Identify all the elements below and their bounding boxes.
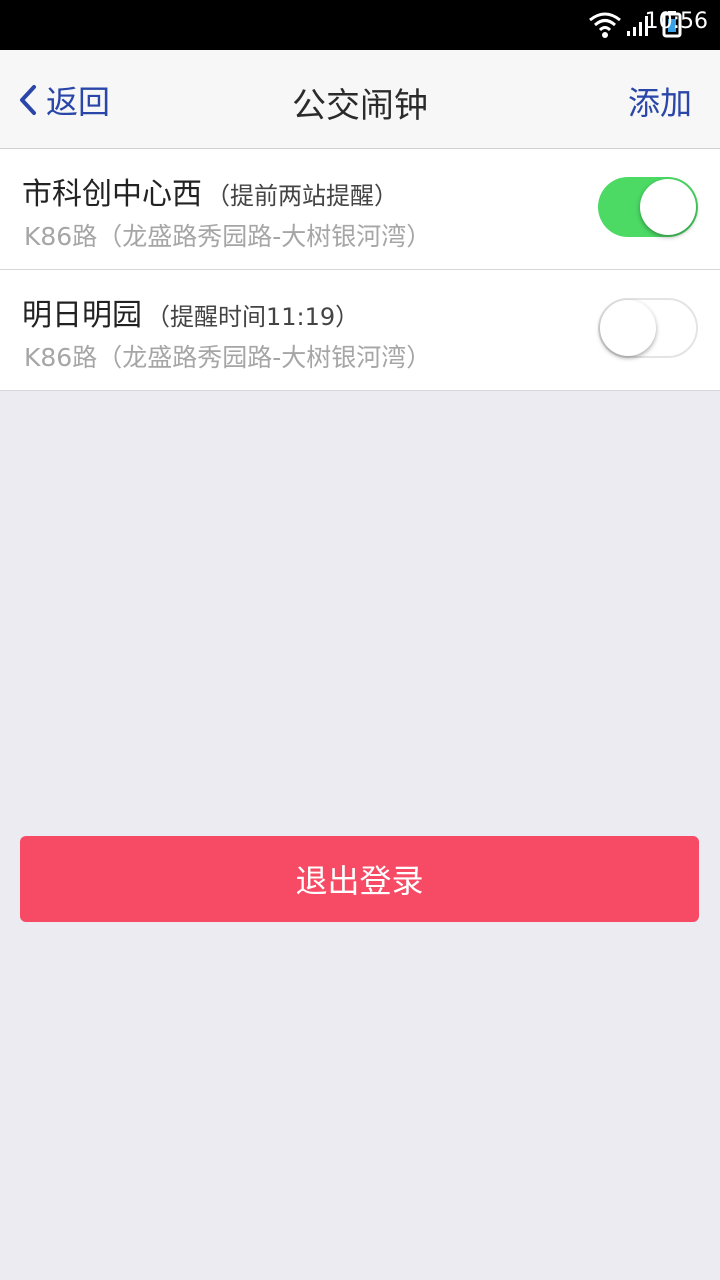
alarm-list: 市科创中心西 （提前两站提醒） K86路（龙盛路秀园路-大树银河湾） 明日明园 （提… bbox=[0, 149, 720, 391]
alarm-item[interactable]: 明日明园 （提醒时间11:19） K86路（龙盛路秀园路-大树银河湾） bbox=[0, 270, 720, 391]
station-name: 市科创中心西 bbox=[22, 177, 202, 212]
nav-bar: 返回 公交闹钟 添加 bbox=[0, 50, 720, 149]
wifi-icon bbox=[589, 12, 621, 38]
alarm-title-line: 明日明园 （提醒时间11:19） bbox=[22, 290, 359, 334]
page-title: 公交闹钟 bbox=[292, 86, 428, 126]
logout-button[interactable]: 退出登录 bbox=[20, 836, 699, 922]
alarm-title-line: 市科创中心西 （提前两站提醒） bbox=[22, 169, 398, 213]
alarm-toggle[interactable] bbox=[598, 177, 698, 237]
status-bar: 10:56 bbox=[0, 0, 720, 50]
alarm-note: （提醒时间11:19） bbox=[146, 303, 360, 331]
station-name: 明日明园 bbox=[22, 298, 142, 333]
route-text: K86路（龙盛路秀园路-大树银河湾） bbox=[24, 343, 432, 372]
alarm-note: （提前两站提醒） bbox=[206, 182, 398, 210]
alarm-item[interactable]: 市科创中心西 （提前两站提醒） K86路（龙盛路秀园路-大树银河湾） bbox=[0, 149, 720, 270]
status-time: 10:56 bbox=[644, 9, 708, 34]
add-button[interactable]: 添加 bbox=[628, 78, 692, 124]
alarm-toggle[interactable] bbox=[598, 298, 698, 358]
route-text: K86路（龙盛路秀园路-大树银河湾） bbox=[24, 222, 432, 251]
toggle-knob bbox=[600, 300, 656, 356]
toggle-knob bbox=[640, 179, 696, 235]
